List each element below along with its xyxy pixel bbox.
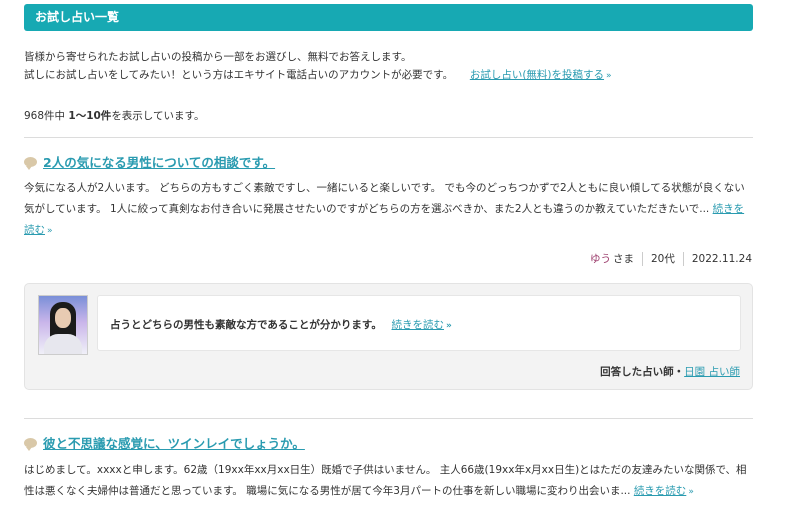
arrow-icon: » [446,321,452,331]
answerer-name-link[interactable]: 日園 占い師 [684,366,740,378]
answer-card: 占うとどちらの男性も素敵な方であることが分かります。 続きを読む» [97,295,741,351]
result-count: 968件中 1〜10件を表示しています。 [24,110,205,122]
post-title-link[interactable]: 2人の気になる男性についての相談です。 [24,152,275,171]
speech-bubble-icon [24,437,37,451]
answer-box: 占うとどちらの男性も素敵な方であることが分かります。 続きを読む» 回答した占い… [24,283,753,390]
post-trial-link[interactable]: お試し占い(無料)を投稿する [470,69,604,81]
answer-read-more-link[interactable]: 続きを読む [392,319,445,331]
speech-bubble-icon [24,156,37,170]
author-honorific: さま [613,253,634,265]
intro-line-1: 皆様から寄せられたお試し占いの投稿から一部をお選びし、無料でお答えします。 [24,51,412,63]
arrow-icon: » [47,226,53,236]
post-title-link[interactable]: 彼と不思議な感覚に、ツインレイでしょうか。 [24,433,305,452]
intro-text: 皆様から寄せられたお試し占いの投稿から一部をお選びし、無料でお答えします。 試し… [24,48,764,85]
divider [682,251,684,266]
divider [642,251,643,266]
arrow-icon: » [606,71,612,81]
section-title: お試し占い一覧 [35,10,120,24]
post-body: 今気になる人が2人います。 どちらの方もすごく素敵ですし、一緒にいると楽しいです… [24,182,745,236]
intro-line-2: 試しにお試し占いをしてみたい！という方はエキサイト電話占いのアカウントが必要です… [24,69,612,81]
answer-text: 占うとどちらの男性も素敵な方であることが分かります。 続きを読む» [110,319,452,331]
post-body: はじめまして。xxxxと申します。62歳（19xx年xx月xx日生）既婚で子供は… [24,464,747,497]
divider [24,137,753,138]
arrow-icon: » [688,487,694,497]
read-more-link[interactable]: 続きを読む [634,485,687,497]
author-age: 20代 [651,253,675,265]
author-name: ゆう [590,253,611,265]
fortune-teller-avatar[interactable] [38,295,88,355]
post-date: 2022.11.24 [691,252,752,265]
answerer-info: 回答した占い師・日園 占い師 [600,366,740,378]
post-meta: ゆう さま 20代 2022.11.24 [590,251,752,266]
section-header: お試し占い一覧 [24,4,753,31]
divider [24,418,753,419]
